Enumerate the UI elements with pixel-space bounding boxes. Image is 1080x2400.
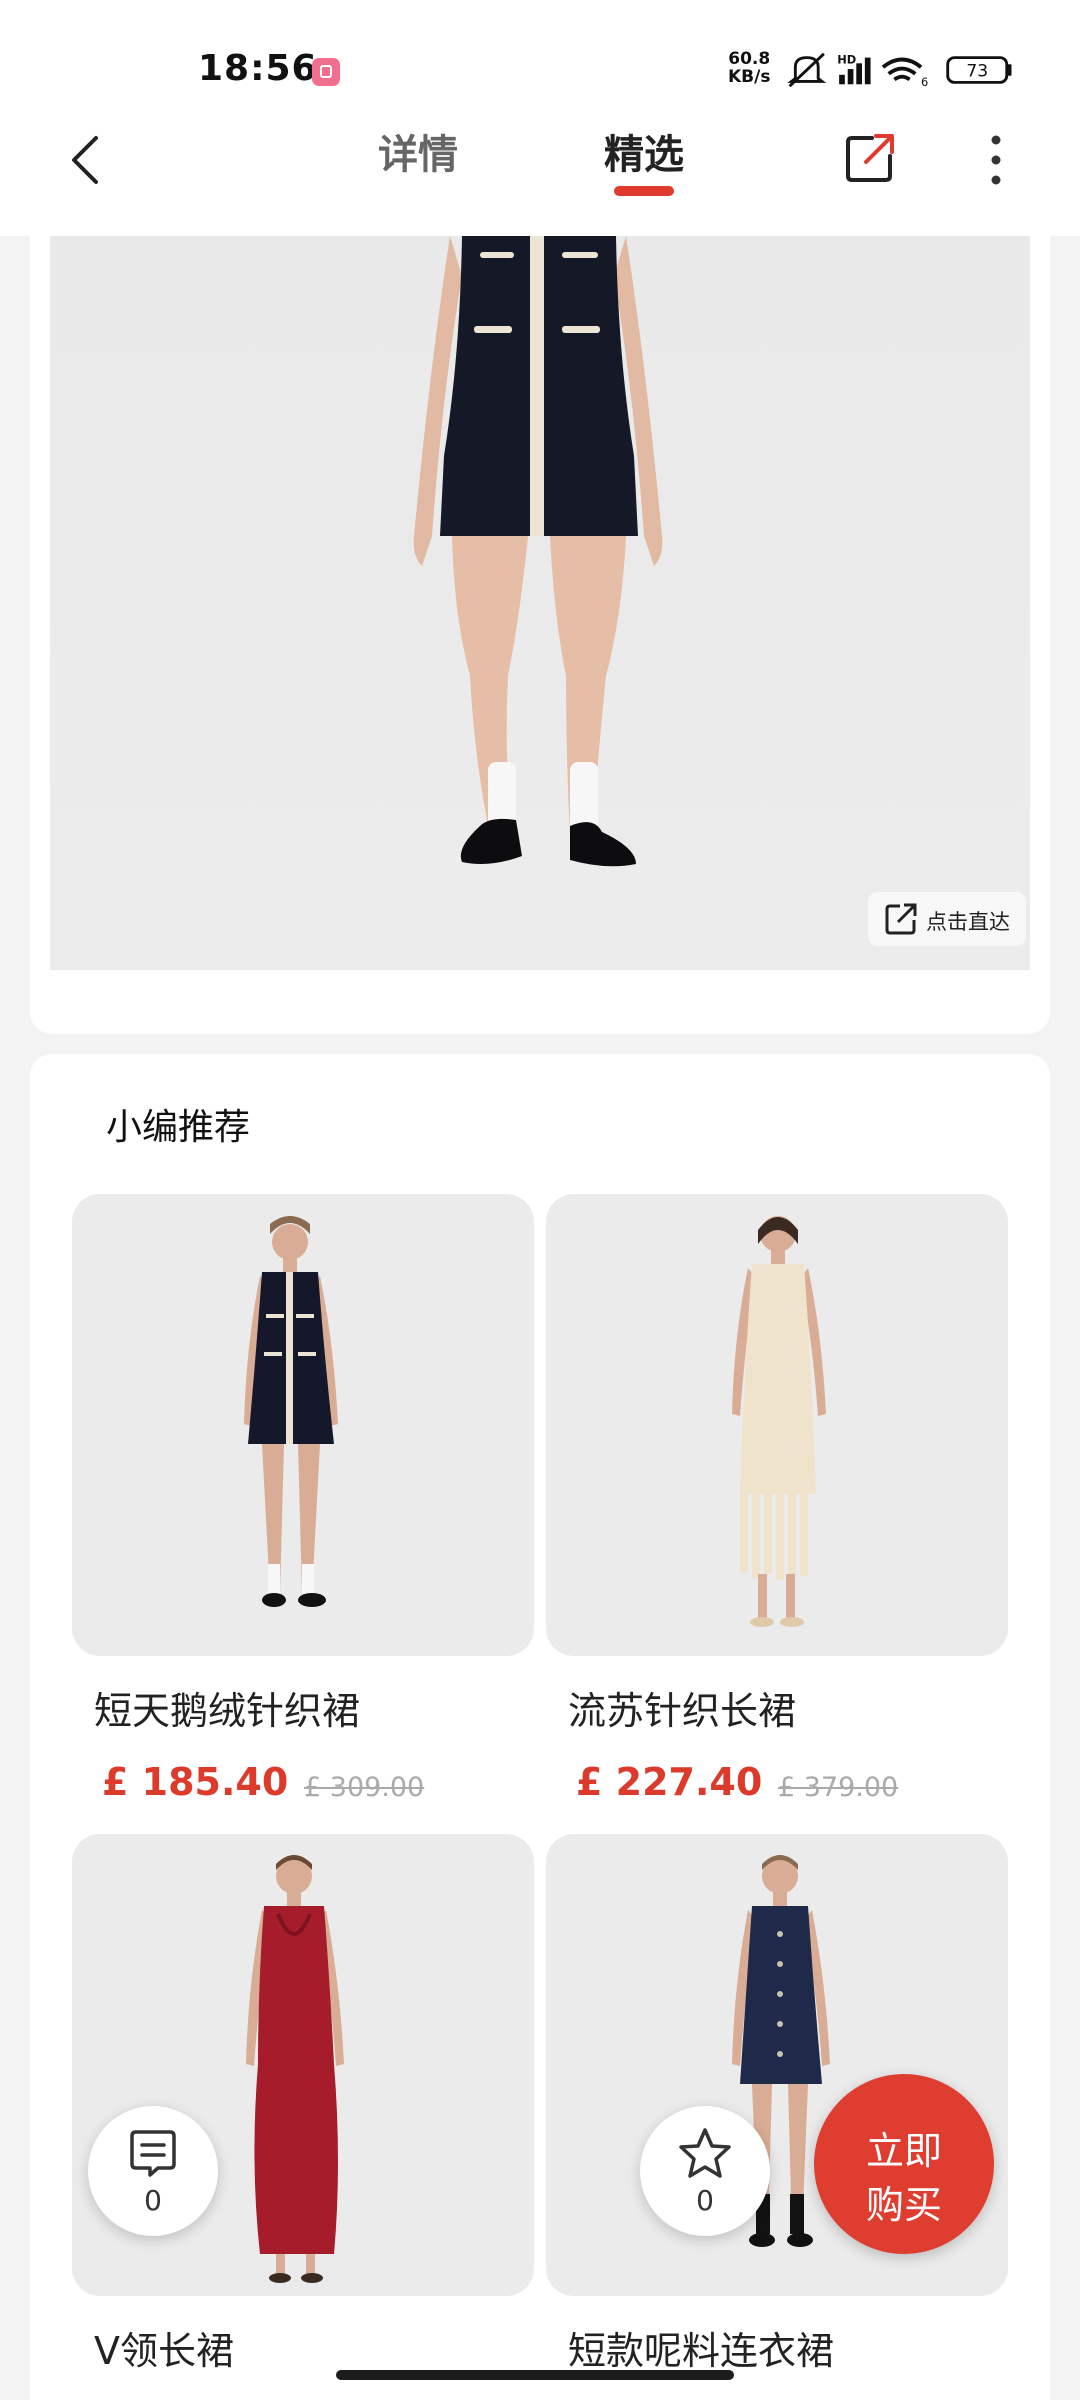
product-model-illustration (732, 1216, 826, 1627)
product-card[interactable]: 短天鹅绒针织裙 £ 185.40 £ 309.00 (72, 1194, 534, 1804)
star-icon (679, 2128, 731, 2178)
tab-details[interactable]: 详情 (378, 122, 458, 180)
back-icon[interactable] (58, 130, 118, 190)
mute-icon (787, 52, 827, 88)
jump-link-button[interactable]: 点击直达 (868, 892, 1026, 946)
battery-level: 73 (966, 62, 988, 82)
product-image[interactable] (72, 1194, 534, 1656)
hero-product-image[interactable]: 点击直达 (50, 236, 1030, 970)
favorite-button[interactable]: 0 (640, 2106, 770, 2236)
favorites-count: 0 (696, 2184, 714, 2217)
jump-link-label: 点击直达 (926, 910, 1010, 934)
section-title: 小编推荐 (106, 1107, 251, 1148)
product-model-illustration (244, 1216, 338, 1607)
comments-button[interactable]: 0 (88, 2106, 218, 2236)
product-original-price: £ 309.00 (304, 1772, 425, 1803)
share-icon[interactable] (842, 130, 898, 186)
network-speed: 60.8 KB/s (728, 49, 771, 87)
comment-icon (130, 2130, 176, 2177)
battery-icon: 73 (946, 56, 1012, 84)
active-tab-indicator (614, 186, 674, 196)
product-name: V领长裙 (94, 2329, 234, 2373)
buy-now-label-line2: 购买 (865, 2183, 942, 2227)
product-name: 短款呢料连衣裙 (568, 2329, 835, 2373)
status-time: 18:56 (198, 48, 318, 89)
hero-model-illustration (413, 236, 663, 867)
more-options-icon[interactable] (978, 132, 1014, 188)
hd-label: HD (837, 52, 856, 66)
product-price: £ 227.40 (576, 1760, 763, 1804)
home-indicator[interactable] (336, 2370, 734, 2380)
top-nav: 详情 精选 (0, 110, 1080, 236)
status-icons: HD 6 73 (787, 52, 1012, 89)
comments-count: 0 (144, 2184, 162, 2217)
product-name: 流苏针织长裙 (568, 1689, 797, 1733)
app-notification-icon (312, 58, 340, 86)
wifi-icon (881, 57, 923, 82)
product-image[interactable] (546, 1194, 1008, 1656)
product-name: 短天鹅绒针织裙 (94, 1689, 361, 1733)
product-image-card: 点击直达 (30, 236, 1050, 1034)
product-original-price: £ 379.00 (778, 1772, 899, 1803)
product-price: £ 185.40 (102, 1760, 289, 1804)
status-bar: 18:56 60.8 KB/s HD 6 73 (0, 0, 1080, 110)
product-card[interactable]: 流苏针织长裙 £ 227.40 £ 379.00 (546, 1194, 1008, 1804)
buy-now-label-line1: 立即 (865, 2129, 942, 2173)
buy-now-button[interactable]: 立即 购买 (814, 2074, 994, 2254)
wifi-label: 6 (921, 75, 928, 89)
tab-featured[interactable]: 精选 (604, 122, 684, 180)
external-link-icon (885, 903, 917, 935)
